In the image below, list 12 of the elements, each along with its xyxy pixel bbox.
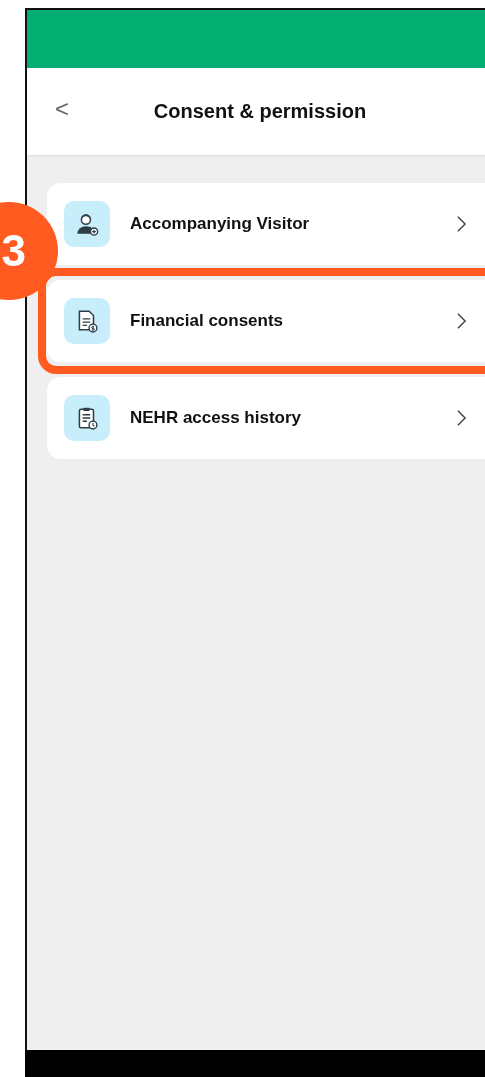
item-label: Financial consents	[130, 311, 285, 331]
item-label: NEHR access history	[130, 408, 303, 428]
person-icon	[74, 211, 100, 237]
item-label: Accompanying Visitor	[130, 214, 311, 234]
menu-item[interactable]: Accompanying Visitor	[47, 183, 485, 265]
chevron-right-icon	[456, 409, 467, 427]
menu-item[interactable]: Financial consents	[47, 280, 485, 362]
chevron-right-icon	[456, 215, 467, 233]
chevron-right-icon	[456, 312, 467, 330]
back-button[interactable]: <	[51, 95, 73, 124]
menu-item[interactable]: NEHR access history	[47, 377, 485, 459]
page-title: Consent & permission	[153, 100, 367, 123]
